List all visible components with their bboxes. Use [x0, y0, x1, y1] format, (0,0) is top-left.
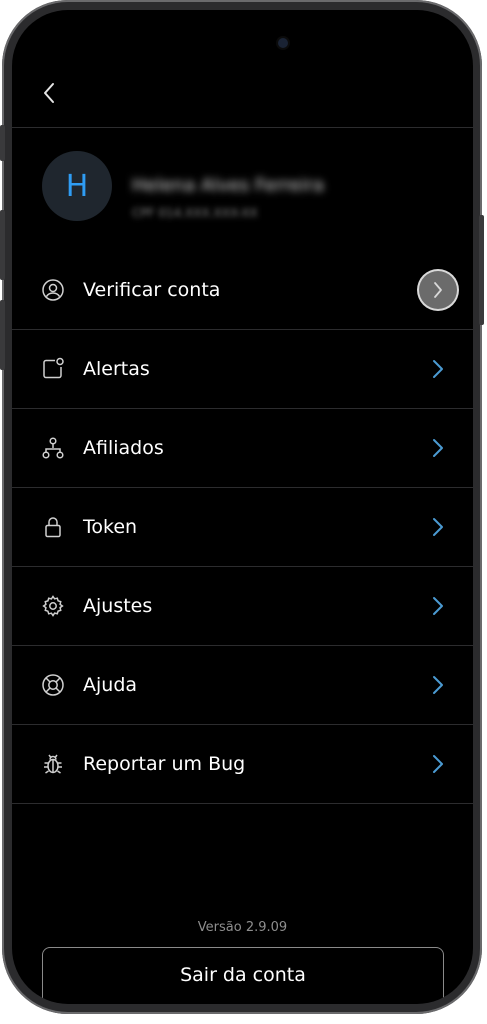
user-circle-icon	[41, 278, 65, 302]
menu-item-settings[interactable]: Ajustes	[12, 567, 473, 646]
logout-button[interactable]: Sair da conta	[42, 947, 444, 1004]
menu-item-label: Ajustes	[83, 595, 153, 617]
power-button	[479, 215, 484, 325]
gear-icon	[41, 594, 65, 618]
chevron-right-icon	[430, 752, 446, 776]
settings-menu: Verificar conta Alertas Afiliados Token …	[12, 251, 473, 804]
menu-item-verify-account[interactable]: Verificar conta	[12, 251, 473, 330]
chevron-right-icon	[430, 673, 446, 697]
menu-item-help[interactable]: Ajuda	[12, 646, 473, 725]
chevron-right-icon	[430, 357, 446, 381]
menu-item-report-bug[interactable]: Reportar um Bug	[12, 725, 473, 804]
mute-switch	[0, 125, 5, 161]
app-version: Versão 2.9.09	[197, 920, 288, 935]
front-camera	[278, 38, 288, 48]
menu-item-label: Token	[83, 516, 138, 538]
menu-item-label: Alertas	[83, 358, 150, 380]
dynamic-island	[182, 10, 316, 58]
profile-name: Helena Alves Ferreira	[132, 175, 325, 196]
menu-item-label: Verificar conta	[83, 279, 221, 301]
avatar-initial: H	[65, 168, 89, 204]
app-screen: H Helena Alves Ferreira CPF 014.XXX.XXX-…	[12, 10, 473, 1004]
lifebuoy-icon	[41, 673, 65, 697]
volume-down-button	[0, 300, 5, 370]
header-divider	[12, 127, 473, 128]
profile-document: CPF 014.XXX.XXX-XX	[132, 206, 258, 220]
lock-icon	[41, 515, 65, 539]
menu-item-label: Afiliados	[83, 437, 164, 459]
bug-icon	[41, 752, 65, 776]
back-button[interactable]	[34, 78, 64, 108]
chevron-right-icon	[430, 594, 446, 618]
chevron-left-icon	[44, 83, 54, 103]
chevron-right-circle-icon[interactable]	[419, 271, 457, 309]
volume-up-button	[0, 210, 5, 280]
network-icon	[41, 436, 65, 460]
bell-square-icon	[41, 357, 65, 381]
menu-item-label: Ajuda	[83, 674, 138, 696]
chevron-right-icon	[430, 515, 446, 539]
profile-summary: H Helena Alves Ferreira CPF 014.XXX.XXX-…	[42, 151, 462, 233]
menu-item-token[interactable]: Token	[12, 488, 473, 567]
menu-item-affiliates[interactable]: Afiliados	[12, 409, 473, 488]
avatar: H	[42, 151, 112, 221]
menu-item-label: Reportar um Bug	[83, 753, 246, 775]
menu-item-alerts[interactable]: Alertas	[12, 330, 473, 409]
chevron-right-icon	[430, 436, 446, 460]
